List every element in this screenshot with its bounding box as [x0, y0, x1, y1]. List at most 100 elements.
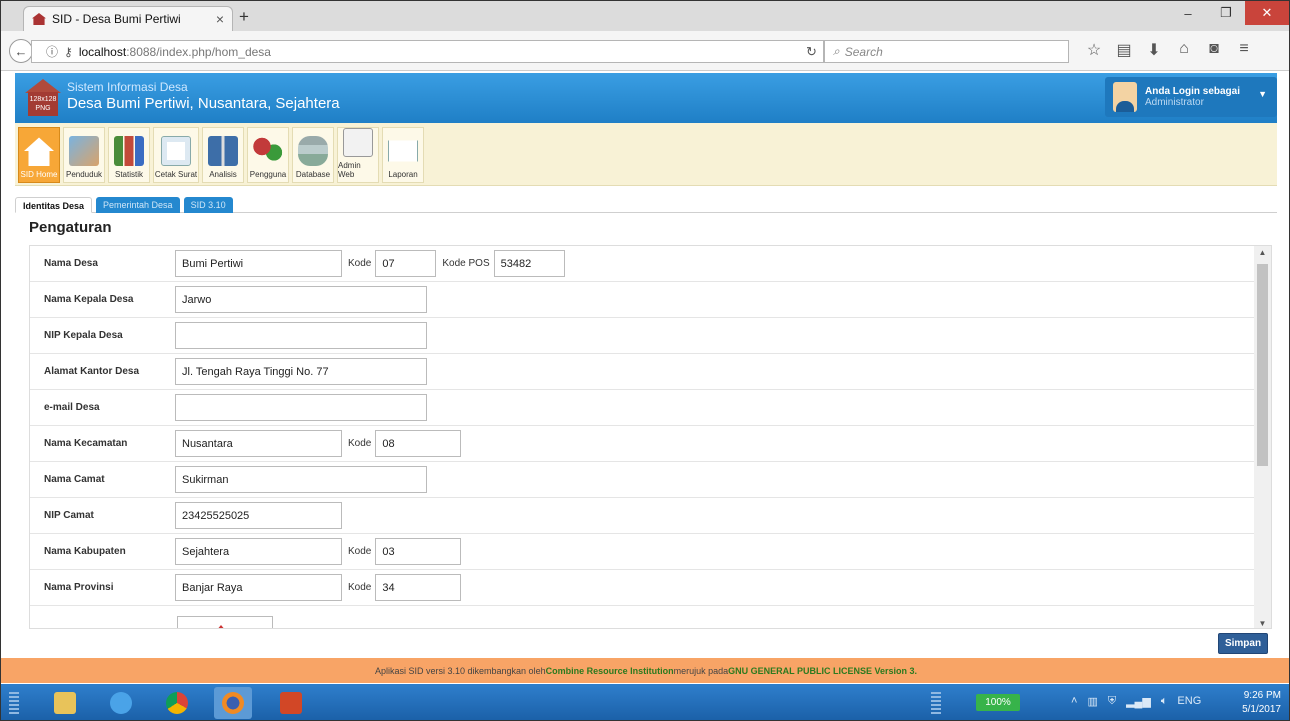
footer-text-mid: merujuk pada: [673, 665, 729, 676]
toolbar-penduduk[interactable]: Penduduk: [63, 127, 105, 183]
toolbar-analisis[interactable]: Analisis: [202, 127, 244, 183]
kode-label: Kode: [348, 582, 372, 593]
browser-toolbar-icons: ☆ ▤ ⬇ ⌂ ◙ ≡: [1086, 40, 1252, 60]
avatar: [1113, 82, 1137, 112]
system-name: Sistem Informasi Desa: [67, 80, 188, 94]
kabupaten-input[interactable]: Sejahtera: [175, 538, 342, 565]
form-row-kecamatan: Nama Kecamatan Nusantara Kode 08: [30, 426, 1255, 462]
main-toolbar: SID Home Penduduk Statistik Cetak Surat …: [15, 123, 1277, 186]
volume-icon[interactable]: 🔈︎: [1161, 695, 1168, 708]
label-kepala-desa: Nama Kepala Desa: [44, 294, 134, 305]
search-input[interactable]: ⌕ Search: [824, 40, 1069, 63]
tab-title: SID - Desa Bumi Pertiwi: [52, 12, 181, 26]
minimize-button[interactable]: –: [1169, 1, 1207, 25]
label-camat: Nama Camat: [44, 474, 105, 485]
toolbar-sid-home[interactable]: SID Home: [18, 127, 60, 183]
back-button[interactable]: ←: [9, 39, 33, 63]
home-icon: [24, 137, 54, 166]
taskbar-firefox[interactable]: [214, 687, 252, 719]
kode-kecamatan-input[interactable]: 08: [375, 430, 462, 457]
form-scrollbar[interactable]: ▲ ▼: [1254, 246, 1271, 628]
footer-org-link[interactable]: Combine Resource Institution: [546, 666, 674, 676]
taskbar-file-explorer[interactable]: [46, 687, 84, 719]
tab-pemerintah-desa[interactable]: Pemerintah Desa: [96, 197, 180, 213]
scroll-up-icon[interactable]: ▲: [1254, 248, 1271, 257]
taskbar-internet-explorer[interactable]: [102, 687, 140, 719]
new-tab-button[interactable]: +: [239, 7, 249, 27]
tab-sid-version[interactable]: SID 3.10: [183, 197, 233, 213]
label-email: e-mail Desa: [44, 402, 100, 413]
firefox-icon: [222, 692, 244, 714]
provinsi-input[interactable]: Banjar Raya: [175, 574, 342, 601]
menu-icon[interactable]: ≡: [1236, 40, 1252, 60]
nip-kepala-input[interactable]: [175, 322, 427, 349]
browser-tab[interactable]: SID - Desa Bumi Pertiwi ×: [23, 6, 233, 31]
bookmark-star-icon[interactable]: ☆: [1086, 40, 1102, 60]
login-label: Anda Login sebagai: [1145, 86, 1241, 97]
kode-provinsi-input[interactable]: 34: [375, 574, 462, 601]
system-tray: ˄ ▥ ⛨ ▂▄▆ 🔈︎ ENG: [1071, 695, 1201, 708]
taskbar-grip: [9, 692, 19, 714]
footer-license-link[interactable]: GNU GENERAL PUBLIC LICENSE Version 3.: [728, 666, 917, 676]
language-indicator[interactable]: ENG: [1177, 695, 1201, 708]
nip-camat-input[interactable]: 23425525025: [175, 502, 342, 529]
scroll-thumb[interactable]: [1257, 264, 1268, 466]
email-input[interactable]: [175, 394, 427, 421]
home-icon[interactable]: ⌂: [1176, 40, 1192, 60]
user-menu[interactable]: Anda Login sebagai Administrator ▼: [1105, 77, 1277, 117]
sub-tabs: Identitas Desa Pemerintah Desa SID 3.10: [15, 197, 1277, 213]
scroll-down-icon[interactable]: ▼: [1254, 619, 1271, 628]
kode-label: Kode: [348, 438, 372, 449]
tab-identitas-desa[interactable]: Identitas Desa: [15, 197, 93, 213]
kode-kabupaten-input[interactable]: 03: [375, 538, 462, 565]
signal-icon[interactable]: ▂▄▆: [1126, 695, 1151, 708]
camat-input[interactable]: Sukirman: [175, 466, 427, 493]
kode-pos-input[interactable]: 53482: [493, 250, 565, 277]
toolbar-statistik[interactable]: Statistik: [108, 127, 150, 183]
form-row-email: e-mail Desa: [30, 390, 1255, 426]
user-role: Administrator: [1145, 97, 1204, 108]
search-icon: ⌕: [833, 44, 840, 58]
label-nip-camat: NIP Camat: [44, 510, 94, 521]
nama-desa-input[interactable]: Bumi Pertiwi: [175, 250, 342, 277]
logo: 128x128 PNG: [25, 79, 61, 117]
clock-time: 9:26 PM: [1243, 690, 1281, 701]
save-button[interactable]: Simpan: [1218, 633, 1268, 654]
clock[interactable]: 9:26 PM 5/1/2017: [1242, 689, 1281, 717]
network-icon[interactable]: ▥: [1087, 695, 1097, 708]
search-placeholder: Search: [844, 44, 883, 59]
tab-close-icon[interactable]: ×: [216, 11, 224, 27]
close-window-button[interactable]: ✕: [1245, 1, 1289, 25]
page-title: Pengaturan: [29, 219, 112, 236]
battery-indicator[interactable]: 100%: [976, 694, 1020, 711]
document-icon: [161, 136, 191, 166]
chrome-icon: [166, 692, 188, 714]
app-footer: Aplikasi SID versi 3.10 dikembangkan ole…: [1, 658, 1289, 683]
alamat-input[interactable]: Jl. Tengah Raya Tinggi No. 77: [175, 358, 427, 385]
url-bar[interactable]: ⓘ ⚷ localhost:8088/index.php/hom_desa: [31, 40, 824, 63]
info-icon[interactable]: ⓘ: [46, 43, 58, 60]
database-icon: [298, 136, 328, 166]
toolbar-cetak-surat[interactable]: Cetak Surat: [153, 127, 199, 183]
download-icon[interactable]: ⬇: [1146, 40, 1162, 60]
url-host: localhost: [78, 44, 127, 59]
label-kabupaten: Nama Kabupaten: [44, 546, 126, 557]
pocket-icon[interactable]: ◙: [1206, 40, 1222, 60]
shield-icon[interactable]: ⛨: [1108, 695, 1116, 708]
label-kecamatan: Nama Kecamatan: [44, 438, 128, 449]
restore-button[interactable]: ❐: [1207, 1, 1245, 25]
app-header: 128x128 PNG Sistem Informasi Desa Desa B…: [15, 73, 1277, 123]
toolbar-laporan[interactable]: Laporan: [382, 127, 424, 183]
kecamatan-input[interactable]: Nusantara: [175, 430, 342, 457]
kepala-desa-input[interactable]: Jarwo: [175, 286, 427, 313]
toolbar-admin-web[interactable]: Admin Web: [337, 127, 379, 183]
toolbar-database[interactable]: Database: [292, 127, 334, 183]
taskbar-chrome[interactable]: [158, 687, 196, 719]
taskbar-powerpoint[interactable]: [272, 687, 310, 719]
reading-list-icon[interactable]: ▤: [1116, 40, 1132, 60]
chevron-up-icon[interactable]: ˄: [1071, 695, 1077, 708]
kode-desa-input[interactable]: 07: [375, 250, 437, 277]
label-nama-desa: Nama Desa: [44, 258, 98, 269]
toolbar-pengguna[interactable]: Pengguna: [247, 127, 289, 183]
reload-icon[interactable]: ↻: [806, 44, 817, 60]
